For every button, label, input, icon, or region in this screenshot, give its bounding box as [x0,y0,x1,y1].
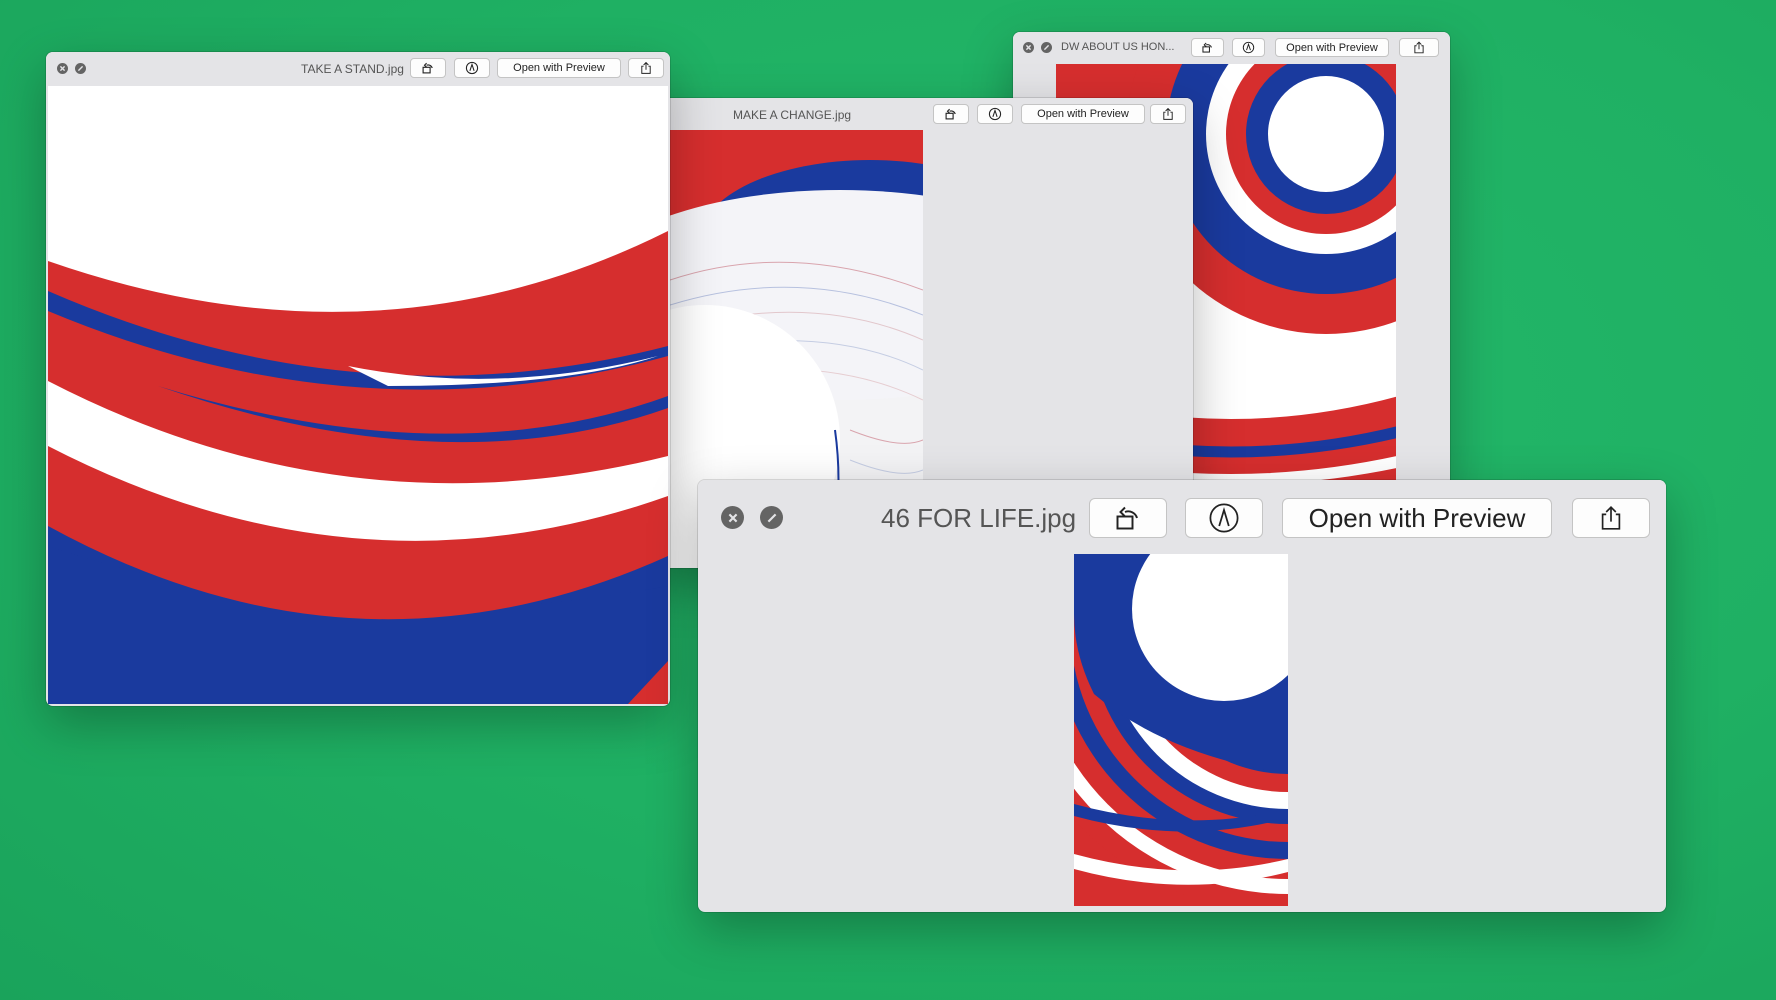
rotate-button[interactable] [1089,498,1167,538]
markup-button[interactable] [454,58,490,78]
markup-icon [988,107,1002,121]
preview-image [48,86,668,704]
share-button[interactable] [628,58,664,78]
share-button[interactable] [1399,38,1439,57]
window-title: DW ABOUT US HON... [1061,41,1175,53]
share-icon [1163,107,1173,120]
full-screen-icon [77,65,84,72]
rotate-icon [1116,506,1138,530]
open-with-preview-button[interactable]: Open with Preview [1021,104,1145,124]
open-with-preview-button[interactable]: Open with Preview [497,58,621,78]
quicklook-window-life: 46 FOR LIFE.jpg Open with Preview [698,480,1666,912]
share-button[interactable] [1572,498,1650,538]
close-button[interactable] [721,506,744,529]
full-screen-icon [767,513,776,522]
window-title: TAKE A STAND.jpg [301,62,404,76]
full-screen-button[interactable] [1041,42,1052,53]
close-icon [59,65,66,72]
open-with-preview-button[interactable]: Open with Preview [1275,38,1389,57]
title-bar: TAKE A STAND.jpg Open with Preview [46,52,670,84]
markup-icon [1242,41,1255,54]
full-screen-button[interactable] [75,63,86,74]
share-icon [1601,506,1621,530]
rotate-button[interactable] [933,104,969,124]
rotate-icon [422,62,433,74]
markup-icon [1209,503,1239,533]
preview-image [1074,554,1288,906]
quicklook-window-stand: TAKE A STAND.jpg Open with Preview [46,52,670,706]
close-button[interactable] [1023,42,1034,53]
rotate-icon [1202,42,1212,53]
full-screen-icon [1043,44,1050,51]
title-bar: MAKE A CHANGE.jpg Open with Preview [640,98,1193,130]
share-icon [641,61,651,74]
rotate-button[interactable] [1191,38,1224,57]
rotate-icon [945,108,956,120]
title-bar: 46 FOR LIFE.jpg Open with Preview [698,480,1666,554]
full-screen-button[interactable] [760,506,783,529]
window-title: 46 FOR LIFE.jpg [881,503,1077,533]
share-button[interactable] [1150,104,1186,124]
markup-button[interactable] [1185,498,1263,538]
close-icon [1025,44,1032,51]
markup-button[interactable] [977,104,1013,124]
window-title: MAKE A CHANGE.jpg [733,108,852,122]
markup-button[interactable] [1232,38,1265,57]
markup-icon [465,61,479,75]
share-icon [1414,41,1424,54]
close-button[interactable] [57,63,68,74]
open-with-preview-button[interactable]: Open with Preview [1282,498,1552,538]
close-icon [728,513,737,522]
rotate-button[interactable] [410,58,446,78]
title-bar: DW ABOUT US HON... Open with Preview [1013,32,1450,62]
